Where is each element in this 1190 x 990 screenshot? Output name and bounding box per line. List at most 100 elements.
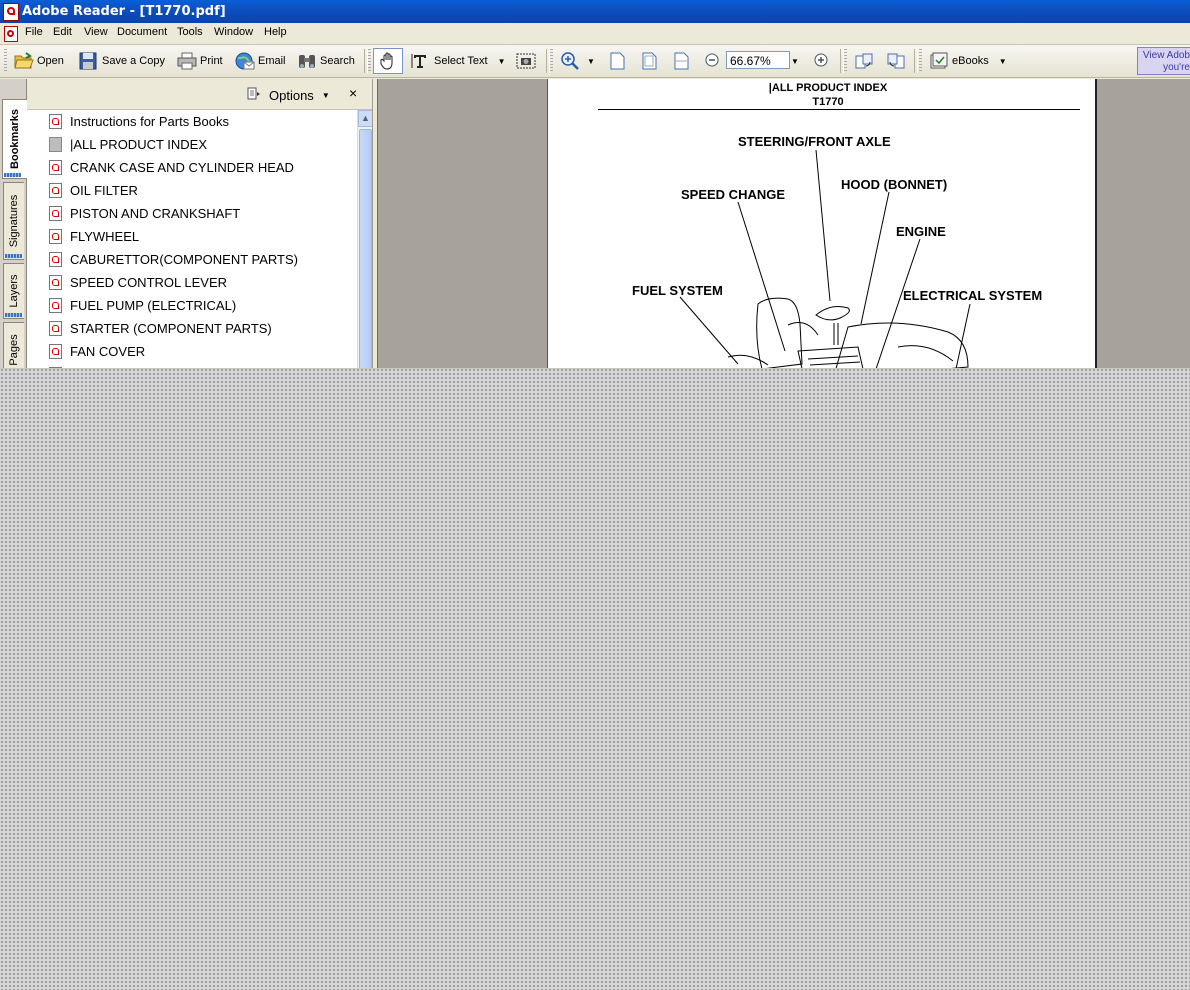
chevron-down-icon[interactable]: ▼ bbox=[999, 57, 1007, 66]
rotate-counterclockwise-button[interactable] bbox=[886, 50, 909, 72]
zoom-dropdown-button[interactable]: ▼ bbox=[791, 50, 799, 72]
adobe-reader-icon bbox=[3, 3, 19, 21]
zoom-in-button[interactable] bbox=[813, 50, 836, 72]
toolbar-grip[interactable] bbox=[550, 49, 553, 73]
zoom-level-input[interactable]: 66.67% bbox=[726, 51, 790, 69]
fit-page-button[interactable] bbox=[640, 50, 663, 72]
bookmark-item[interactable]: |ALL PRODUCT INDEX bbox=[49, 133, 207, 155]
plus-circle-icon bbox=[813, 52, 831, 70]
camera-icon bbox=[516, 52, 536, 70]
bookmark-label: CABURETTOR(COMPONENT PARTS) bbox=[70, 251, 299, 267]
toolbar-grip[interactable] bbox=[4, 49, 7, 73]
navigation-tabs: Bookmarks Signatures Layers Pages bbox=[0, 79, 27, 368]
zoom-in-tool-button[interactable]: ▼ bbox=[560, 50, 595, 72]
chevron-down-icon: ▼ bbox=[321, 91, 330, 100]
bookmark-item[interactable]: Instructions for Parts Books bbox=[49, 110, 229, 132]
bookmark-item[interactable]: STARTER (COMPONENT PARTS) bbox=[49, 317, 272, 339]
minus-circle-icon bbox=[704, 52, 722, 70]
open-label: Open bbox=[37, 55, 64, 67]
pdf-page-icon bbox=[49, 274, 62, 290]
floppy-disk-icon bbox=[79, 52, 97, 70]
bookmark-label: FLYWHEEL bbox=[70, 228, 140, 244]
hand-icon bbox=[379, 52, 397, 70]
rotate-clockwise-button[interactable] bbox=[854, 50, 877, 72]
ad-text-line1: View Adob bbox=[1142, 50, 1190, 61]
rotate-clockwise-icon bbox=[854, 52, 873, 70]
open-button[interactable]: Open bbox=[14, 50, 64, 72]
bookmarks-scrollbar[interactable]: ▲ bbox=[357, 110, 373, 368]
menu-file[interactable]: File bbox=[25, 26, 43, 38]
menu-tools[interactable]: Tools bbox=[177, 26, 203, 38]
pdf-page-icon bbox=[49, 159, 62, 175]
chevron-down-icon: ▼ bbox=[791, 56, 799, 66]
bookmark-item[interactable]: PISTON AND CRANKSHAFT bbox=[49, 202, 240, 224]
close-panel-icon[interactable]: × bbox=[349, 85, 357, 101]
menu-edit[interactable]: Edit bbox=[53, 26, 72, 38]
bookmark-label: STARTER (COMPONENT PARTS) bbox=[70, 320, 272, 336]
printer-icon bbox=[177, 52, 197, 70]
ad-text-line2: you're bbox=[1163, 62, 1190, 73]
options-icon bbox=[247, 87, 261, 104]
search-label: Search bbox=[320, 55, 355, 67]
snapshot-button[interactable] bbox=[516, 50, 539, 72]
chevron-down-icon[interactable]: ▼ bbox=[587, 57, 595, 66]
tab-pages[interactable]: Pages bbox=[3, 322, 24, 368]
bookmarks-panel-header: Options ▼ × bbox=[27, 79, 372, 110]
toolbar-grip[interactable] bbox=[368, 49, 371, 73]
folder-open-icon bbox=[14, 52, 34, 70]
bookmark-label: CRANK CASE AND CYLINDER HEAD bbox=[70, 159, 294, 175]
toolbar-grip[interactable] bbox=[919, 49, 922, 73]
email-label: Email bbox=[258, 55, 286, 67]
save-copy-button[interactable]: Save a Copy bbox=[79, 50, 165, 72]
ebooks-button[interactable]: eBooks ▼ bbox=[929, 50, 1007, 72]
scroll-up-icon[interactable]: ▲ bbox=[358, 110, 373, 127]
pdf-page-icon bbox=[49, 343, 62, 359]
bookmark-item[interactable]: SPEED CONTROL LEVER bbox=[49, 271, 227, 293]
toolbar-separator bbox=[914, 49, 918, 73]
search-button[interactable]: Search bbox=[297, 50, 355, 72]
print-button[interactable]: Print bbox=[177, 50, 223, 72]
actual-size-button[interactable] bbox=[608, 50, 631, 72]
ebook-icon bbox=[929, 52, 948, 70]
menu-document[interactable]: Document bbox=[117, 26, 167, 38]
tab-signatures[interactable]: Signatures bbox=[3, 182, 24, 260]
page-fit-icon bbox=[640, 52, 658, 70]
hand-tool-button[interactable] bbox=[373, 48, 403, 74]
select-text-button[interactable]: Select Text ▼ bbox=[411, 50, 506, 72]
page-fit-width-icon bbox=[672, 52, 690, 70]
save-copy-label: Save a Copy bbox=[102, 55, 165, 67]
options-button[interactable]: Options ▼ bbox=[247, 87, 330, 104]
bookmark-item[interactable]: CRANK CASE AND CYLINDER HEAD bbox=[49, 156, 294, 178]
tab-bookmarks[interactable]: Bookmarks bbox=[2, 99, 27, 179]
tab-layers[interactable]: Layers bbox=[3, 263, 24, 319]
document-view[interactable]: |ALL PRODUCT INDEX T1770 STEERING/FRONT … bbox=[378, 79, 1190, 368]
magnifier-plus-icon bbox=[560, 52, 579, 70]
pdf-page: |ALL PRODUCT INDEX T1770 STEERING/FRONT … bbox=[547, 79, 1097, 368]
bookmark-label: Instructions for Parts Books bbox=[70, 113, 229, 129]
menu-window[interactable]: Window bbox=[214, 26, 253, 38]
bookmark-item[interactable]: FLYWHEEL bbox=[49, 225, 139, 247]
toolbar-grip[interactable] bbox=[844, 49, 847, 73]
screen-edge bbox=[0, 368, 1190, 369]
toolbar: Open Save a Copy Print Email Search Sele… bbox=[0, 45, 1190, 78]
scrollbar-thumb[interactable] bbox=[359, 129, 372, 368]
zoom-out-button[interactable] bbox=[704, 50, 727, 72]
window-title: Adobe Reader - [T1770.pdf] bbox=[22, 4, 226, 19]
email-button[interactable]: Email bbox=[235, 50, 286, 72]
menu-bar: File Edit View Document Tools Window Hel… bbox=[0, 23, 1190, 45]
document-menu-icon[interactable] bbox=[4, 26, 18, 42]
binoculars-icon bbox=[297, 52, 315, 70]
bookmark-item[interactable]: FAN COVER bbox=[49, 340, 145, 362]
bookmark-label: OIL FILTER bbox=[70, 182, 138, 198]
menu-help[interactable]: Help bbox=[264, 26, 287, 38]
adobe-ad-banner[interactable]: View Adob you're bbox=[1137, 47, 1190, 75]
chevron-down-icon[interactable]: ▼ bbox=[498, 57, 506, 66]
fit-width-button[interactable] bbox=[672, 50, 695, 72]
title-bar: Adobe Reader - [T1770.pdf] bbox=[0, 0, 1190, 23]
bookmark-item[interactable]: OIL FILTER bbox=[49, 179, 138, 201]
bookmark-item[interactable]: CABURETTOR(COMPONENT PARTS) bbox=[49, 248, 298, 270]
page-icon bbox=[49, 136, 62, 152]
bookmark-item[interactable]: FUEL PUMP (ELECTRICAL) bbox=[49, 294, 236, 316]
menu-view[interactable]: View bbox=[84, 26, 108, 38]
globe-email-icon bbox=[235, 52, 255, 70]
